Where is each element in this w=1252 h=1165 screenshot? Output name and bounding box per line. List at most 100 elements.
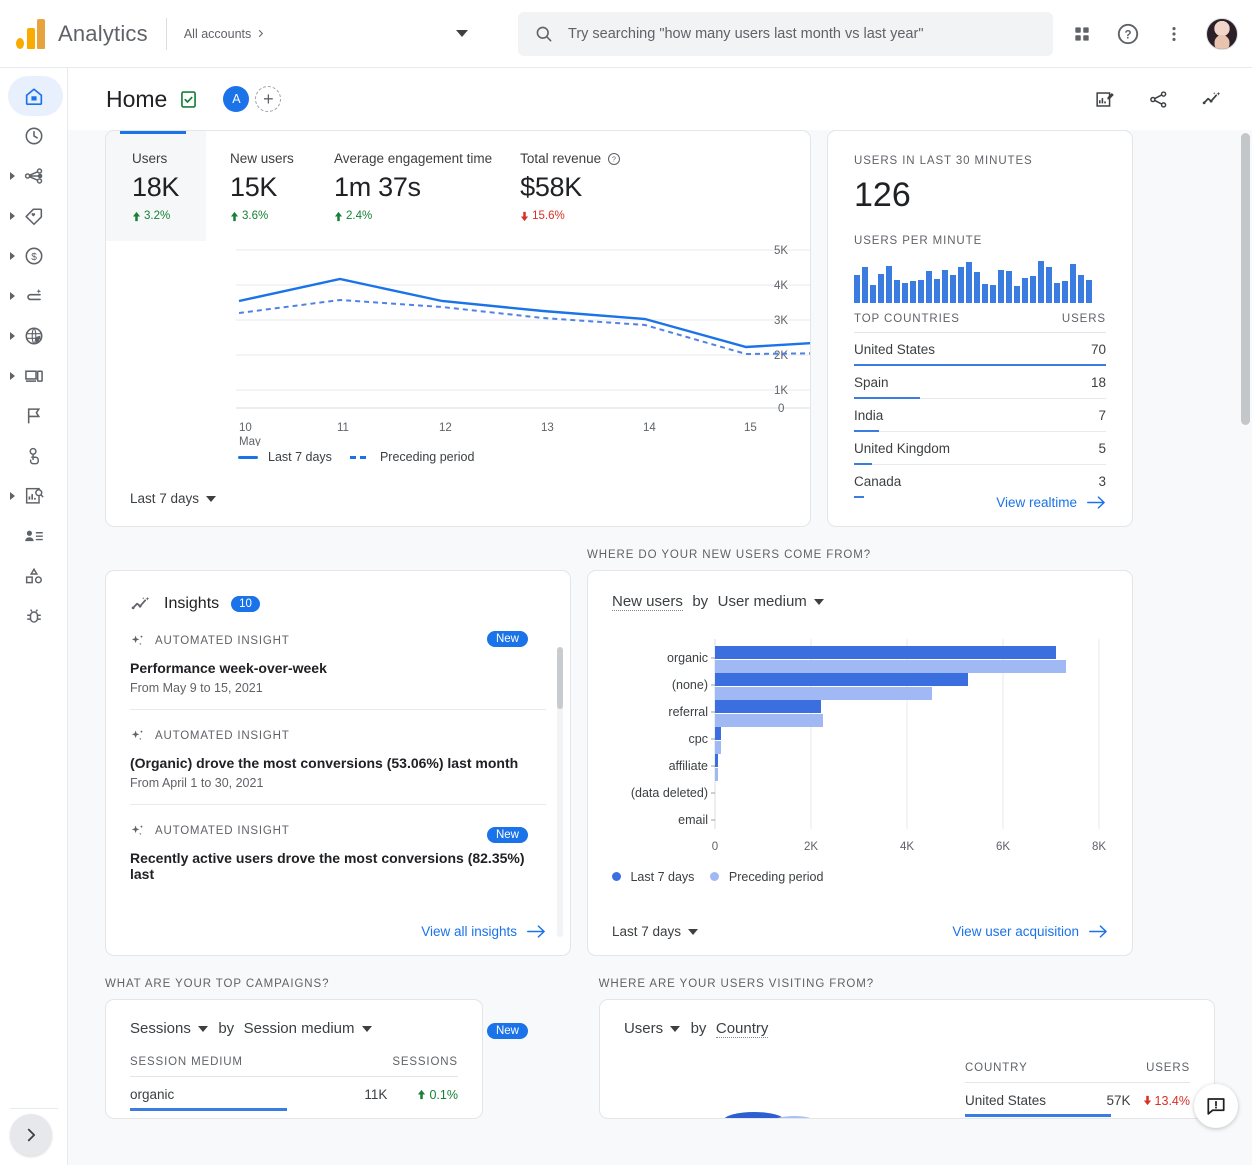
legend-swatch-solid <box>238 456 258 459</box>
sparkline-bar <box>982 284 988 303</box>
sidebar-item-home[interactable] <box>0 76 67 116</box>
google-analytics-logo <box>16 19 45 49</box>
list-item[interactable]: AUTOMATED INSIGHT New Performance week-o… <box>130 615 546 710</box>
audience-icon <box>22 524 46 548</box>
insight-kicker-label: AUTOMATED INSIGHT <box>155 825 290 837</box>
sidebar-item-demographics[interactable] <box>0 316 67 356</box>
account-selector[interactable]: All accounts <box>184 27 266 41</box>
svg-text:2K: 2K <box>804 841 818 853</box>
date-range-label: Last 7 days <box>130 491 199 506</box>
list-item[interactable]: AUTOMATED INSIGHT New Recently active us… <box>130 805 546 896</box>
table-row[interactable]: United Kingdom 5 <box>854 432 1106 465</box>
svg-text:5K: 5K <box>774 245 788 257</box>
medium-name: organic <box>130 1087 174 1102</box>
metric-tab-users[interactable]: Users 18K 3.2% <box>106 131 206 241</box>
help-circle-icon[interactable]: ? <box>607 152 621 166</box>
metric-select[interactable]: Users <box>624 1020 680 1037</box>
legend-item-previous: Preceding period <box>710 870 823 884</box>
sparkline-bar <box>910 281 916 303</box>
view-realtime-link[interactable]: View realtime <box>996 495 1106 510</box>
sidebar-item-engagement[interactable] <box>0 196 67 236</box>
dimension-select[interactable]: Session medium <box>244 1020 372 1037</box>
session-medium-column: SESSION MEDIUM <box>130 1056 243 1068</box>
svg-text:8K: 8K <box>1092 841 1106 853</box>
table-row[interactable]: United States 57K 13.4% <box>965 1083 1190 1117</box>
search-bar[interactable] <box>518 12 1053 56</box>
magic-wand-icon <box>22 284 46 308</box>
dimension-select[interactable]: Country <box>716 1020 769 1038</box>
metric-delta-value: 3.2% <box>144 210 170 222</box>
sidebar-item-retention[interactable] <box>0 276 67 316</box>
sidebar-item-acquisition[interactable] <box>0 156 67 196</box>
insight-kicker-label: AUTOMATED INSIGHT <box>155 730 290 742</box>
table-row[interactable]: Spain 18 <box>854 366 1106 399</box>
more-vert-icon[interactable] <box>1154 14 1194 54</box>
share-icon[interactable] <box>1138 79 1178 119</box>
expand-navigation-button[interactable] <box>10 1114 52 1156</box>
view-all-insights-link[interactable]: View all insights <box>421 924 546 939</box>
insight-kicker: AUTOMATED INSIGHT <box>130 728 546 744</box>
svg-text:12: 12 <box>439 422 452 434</box>
by-label: by <box>692 593 708 610</box>
sidebar-item-tech[interactable] <box>0 356 67 396</box>
sidebar-item-monetization[interactable]: $ <box>0 236 67 276</box>
page-scrollbar[interactable] <box>1238 130 1252 1165</box>
sessions-value: 11K <box>364 1087 387 1102</box>
sidebar-item-debug[interactable] <box>0 596 67 636</box>
sidebar-item-realtime[interactable] <box>0 116 67 156</box>
sidebar-item-advertising[interactable] <box>0 396 67 436</box>
table-row[interactable]: Canada 3 <box>854 465 1106 497</box>
svg-text:10: 10 <box>239 422 252 434</box>
legend-swatch-current <box>612 872 621 881</box>
edit-report-icon[interactable] <box>1084 79 1124 119</box>
chevron-down-icon <box>814 599 824 605</box>
svg-text:organic: organic <box>667 651 708 665</box>
by-label: by <box>691 1020 707 1037</box>
scrollbar-thumb[interactable] <box>557 647 563 709</box>
sidebar-item-explore[interactable] <box>0 476 67 516</box>
sidebar-item-audiences[interactable] <box>0 516 67 556</box>
document-check-icon[interactable] <box>178 89 199 110</box>
overview-row: Users 18K 3.2% New users 15K <box>105 130 1215 527</box>
date-range-selector[interactable]: Last 7 days <box>130 491 216 506</box>
apps-grid-icon[interactable] <box>1062 14 1102 54</box>
sparkle-icon <box>130 633 146 649</box>
metric-select[interactable]: New users <box>612 593 683 611</box>
help-icon[interactable]: ? <box>1108 14 1148 54</box>
account-dropdown-toggle[interactable] <box>456 30 468 37</box>
devices-icon <box>22 364 46 388</box>
chevron-down-icon <box>670 1026 680 1032</box>
insights-icon[interactable] <box>1192 79 1232 119</box>
metric-tab-engagement-time[interactable]: Average engagement time 1m 37s 2.4% <box>306 131 492 241</box>
top-bar-actions: ? <box>1062 0 1238 68</box>
table-row[interactable]: United States 70 <box>854 333 1106 366</box>
add-user-button[interactable]: + <box>255 86 281 112</box>
metric-tab-total-revenue[interactable]: Total revenue ? $58K 15.6% <box>492 131 621 241</box>
insights-count-badge: 10 <box>231 596 260 612</box>
legend-label-previous: Preceding period <box>729 870 824 884</box>
scrollbar-thumb[interactable] <box>1241 133 1250 425</box>
feedback-button[interactable] <box>1194 1084 1238 1128</box>
date-range-selector[interactable]: Last 7 days <box>612 924 698 939</box>
metric-tab-new-users[interactable]: New users 15K 3.6% <box>206 131 306 241</box>
metric-label-text: Total revenue <box>520 151 601 166</box>
dimension-select[interactable]: User medium <box>718 593 824 610</box>
shared-user-avatar[interactable]: A <box>223 86 249 112</box>
table-row[interactable]: India 7 <box>854 399 1106 432</box>
sidebar-item-configure[interactable] <box>0 556 67 596</box>
search-input[interactable] <box>568 26 1037 42</box>
view-user-acquisition-link[interactable]: View user acquisition <box>952 924 1108 939</box>
legend-swatch-dashed <box>350 456 370 459</box>
all-accounts-link[interactable]: All accounts <box>184 27 266 41</box>
sidebar-item-events[interactable] <box>0 436 67 476</box>
insights-scrollbar[interactable] <box>557 647 563 937</box>
legend-label-current: Last 7 days <box>268 450 332 464</box>
table-row[interactable]: organic 11K 0.1% <box>130 1077 458 1111</box>
page-header-actions <box>1084 79 1232 119</box>
chevron-right-icon <box>22 1126 40 1144</box>
sparkline-bar <box>958 267 964 303</box>
avatar[interactable] <box>1206 18 1238 50</box>
list-item[interactable]: AUTOMATED INSIGHT New (Organic) drove th… <box>130 710 546 805</box>
sparkle-icon <box>130 823 146 839</box>
metric-select[interactable]: Sessions <box>130 1020 208 1037</box>
